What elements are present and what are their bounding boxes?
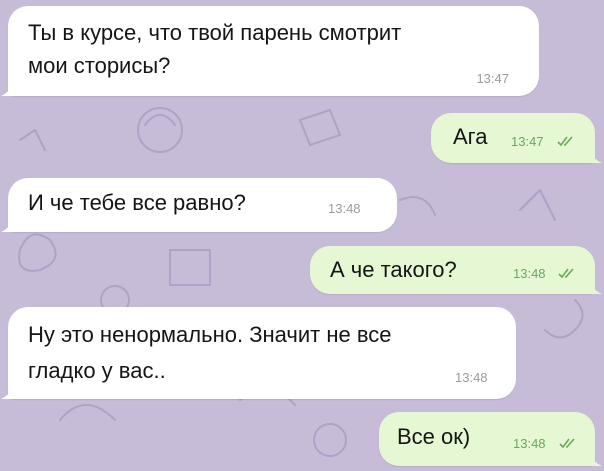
bubble-tail [588, 452, 602, 466]
message-outgoing[interactable]: А че такого? 13:48 [310, 246, 602, 294]
message-incoming[interactable]: Ну это ненормально. Значит не все гладко… [1, 307, 516, 399]
message-text: Все ок) [397, 424, 471, 449]
double-check-icon [559, 438, 575, 449]
bubble-tail [1, 218, 15, 232]
message-text: мои сторисы? [28, 53, 171, 78]
message-time: 13:48 [513, 266, 546, 281]
message-time: 13:47 [476, 71, 509, 86]
double-check-icon [558, 268, 574, 279]
message-time: 13:48 [328, 201, 361, 216]
double-check-icon [557, 136, 573, 147]
message-incoming[interactable]: И че тебе все равно? 13:48 [1, 178, 397, 232]
message-text: гладко у вас.. [28, 358, 166, 383]
message-text: Ну это ненормально. Значит не все [28, 322, 392, 347]
message-outgoing[interactable]: Все ок) 13:48 [379, 412, 602, 466]
bubble-tail [588, 149, 602, 163]
message-time: 13:48 [513, 436, 546, 451]
message-incoming[interactable]: Ты в курсе, что твой парень смотрит мои … [1, 6, 539, 96]
bubble-tail [588, 280, 602, 294]
message-text: И че тебе все равно? [28, 190, 246, 215]
chat-background: Ты в курсе, что твой парень смотрит мои … [0, 0, 604, 471]
message-text: Ты в курсе, что твой парень смотрит [28, 20, 402, 45]
message-text: А че такого? [330, 257, 457, 282]
message-outgoing[interactable]: Ага 13:47 [431, 113, 602, 163]
message-text: Ага [453, 124, 488, 149]
message-time: 13:48 [455, 370, 488, 385]
bubble-tail [1, 82, 15, 96]
bubble-tail [1, 385, 15, 399]
message-time: 13:47 [511, 134, 544, 149]
